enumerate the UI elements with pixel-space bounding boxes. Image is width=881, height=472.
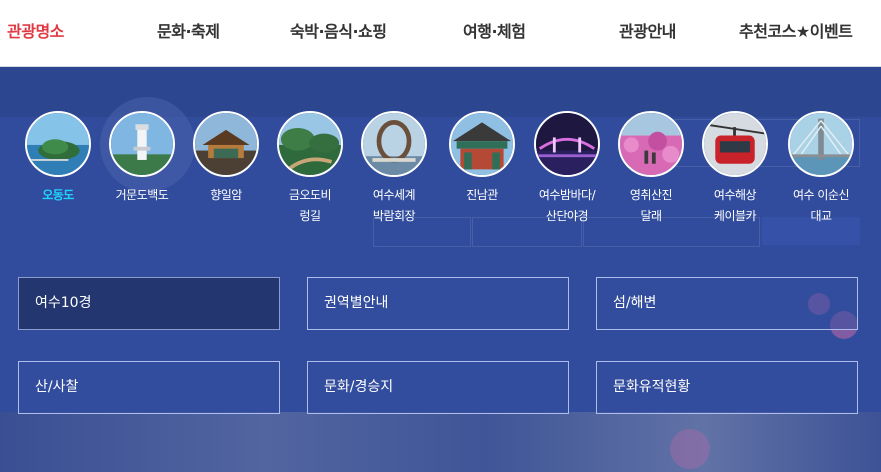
attraction-label: 진남관 xyxy=(466,188,498,202)
bridge-thumbnail xyxy=(788,111,854,177)
attraction-label: 여수밤바다/ 산단야경 xyxy=(538,188,596,223)
background-photo-band xyxy=(0,412,881,472)
attraction-yeongchwisan-azalea[interactable]: 영취산진 달래 xyxy=(610,111,692,227)
category-culture-scenic-spots[interactable]: 문화/경승지 xyxy=(307,361,569,414)
attraction-yeosu-expo[interactable]: 여수세계 박람회장 xyxy=(353,111,435,227)
night-sea-thumbnail xyxy=(534,111,600,177)
attraction-label: 금오도비 렁길 xyxy=(288,188,332,223)
nav-item-travel-experience[interactable]: 여행·체험 xyxy=(463,18,526,42)
attraction-odongdo[interactable]: 오동도 xyxy=(17,111,99,206)
background-flower-shape xyxy=(670,429,710,469)
nav-item-attractions[interactable]: 관광명소 xyxy=(7,18,64,42)
top-navigation: 관광명소 문화·축제 숙박·음식·쇼핑 여행·체험 관광안내 추천코스★이벤트 xyxy=(0,0,881,67)
nav-item-culture-festival[interactable]: 문화·축제 xyxy=(157,18,220,42)
coastal-trail-thumbnail xyxy=(277,111,343,177)
category-regional-guide[interactable]: 권역별안내 xyxy=(307,277,569,330)
pavilion-thumbnail xyxy=(449,111,515,177)
lighthouse-thumbnail xyxy=(109,111,175,177)
azalea-mountain-thumbnail xyxy=(618,111,684,177)
category-yeosu-10-views[interactable]: 여수10경 xyxy=(18,277,280,330)
attraction-label: 거문도백도 xyxy=(115,188,169,202)
category-mountains-temples[interactable]: 산/사찰 xyxy=(18,361,280,414)
nav-item-tour-info[interactable]: 관광안내 xyxy=(619,18,676,42)
attraction-yeosu-night-sea[interactable]: 여수밤바다/ 산단야경 xyxy=(526,111,608,227)
nav-item-recommended-courses-events[interactable]: 추천코스★이벤트 xyxy=(739,18,853,42)
attraction-label: 여수해상 케이블카 xyxy=(713,188,757,223)
attraction-geomundo-baekdo[interactable]: 거문도백도 xyxy=(101,111,183,206)
attraction-geumodo-birunggil[interactable]: 금오도비 렁길 xyxy=(269,111,351,227)
attraction-label: 향일암 xyxy=(210,188,242,202)
attraction-yeosu-cable-car[interactable]: 여수해상 케이블카 xyxy=(694,111,776,227)
nav-item-lodging-food-shopping[interactable]: 숙박·음식·쇼핑 xyxy=(290,18,387,42)
attraction-yi-sun-sin-bridge[interactable]: 여수 이순신 대교 xyxy=(780,111,862,227)
category-cultural-heritage-status[interactable]: 문화유적현황 xyxy=(596,361,858,414)
cable-car-thumbnail xyxy=(702,111,768,177)
attraction-label: 영취산진 달래 xyxy=(629,188,673,223)
attraction-jinnamgwan[interactable]: 진남관 xyxy=(441,111,523,206)
attraction-hyangiram[interactable]: 향일암 xyxy=(185,111,267,206)
category-islands-beaches[interactable]: 섬/해변 xyxy=(596,277,858,330)
odongdo-island-thumbnail xyxy=(25,111,91,177)
page: { "topnav": { "items": [ {"label": "관광명소… xyxy=(0,0,881,472)
attraction-label: 오동도 xyxy=(42,188,74,202)
attraction-label: 여수세계 박람회장 xyxy=(372,188,416,223)
temple-thumbnail xyxy=(193,111,259,177)
expo-ring-thumbnail xyxy=(361,111,427,177)
attraction-label: 여수 이순신 대교 xyxy=(792,188,850,223)
